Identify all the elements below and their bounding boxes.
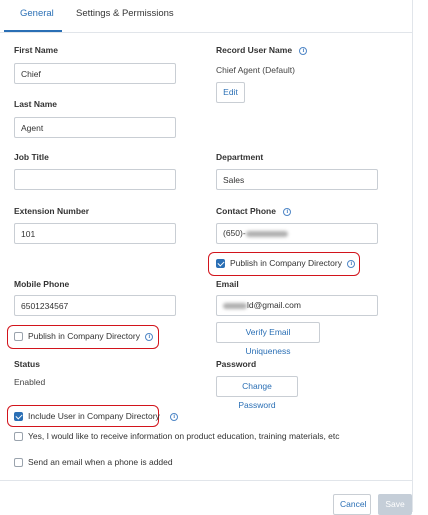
last-name-input[interactable] — [14, 117, 176, 138]
verify-email-button[interactable]: Verify Email Uniqueness — [216, 322, 320, 356]
publish-contact-checkbox[interactable] — [216, 259, 225, 268]
tab-settings-permissions[interactable]: Settings & Permissions — [76, 8, 174, 19]
footer-divider — [0, 480, 412, 481]
email-input[interactable]: ld@gmail.com — [216, 295, 378, 316]
include-user-label: Include User in Company Directory i — [28, 411, 179, 421]
mobile-phone-input[interactable] — [14, 295, 176, 316]
tabs-divider — [0, 32, 412, 33]
redacted-text — [223, 302, 247, 309]
receive-info-label: Yes, I would like to receive information… — [28, 431, 340, 441]
extension-number-input[interactable] — [14, 223, 176, 244]
department-input[interactable] — [216, 169, 378, 190]
first-name-label: First Name — [14, 45, 58, 55]
info-icon[interactable]: i — [145, 332, 154, 341]
department-label: Department — [216, 152, 264, 162]
send-email-label: Send an email when a phone is added — [28, 457, 173, 467]
record-user-name-value: Chief Agent (Default) — [216, 65, 295, 75]
redacted-text — [245, 230, 288, 237]
include-user-checkbox[interactable] — [14, 412, 23, 421]
panel-edge — [412, 0, 413, 512]
info-icon[interactable]: i — [283, 207, 292, 216]
status-label: Status — [14, 359, 40, 369]
send-email-checkbox[interactable] — [14, 458, 23, 467]
info-icon[interactable]: i — [299, 46, 308, 55]
status-value: Enabled — [14, 377, 46, 387]
job-title-input[interactable] — [14, 169, 176, 190]
last-name-label: Last Name — [14, 99, 57, 109]
job-title-label: Job Title — [14, 152, 49, 162]
publish-contact-label: Publish in Company Directory i — [230, 258, 356, 268]
email-label: Email — [216, 279, 239, 289]
publish-mobile-label: Publish in Company Directory i — [28, 331, 154, 341]
tab-general[interactable]: General — [20, 8, 54, 19]
contact-phone-label: Contact Phone i — [216, 206, 292, 216]
contact-phone-input[interactable]: (650)- — [216, 223, 378, 244]
password-label: Password — [216, 359, 257, 369]
first-name-input[interactable] — [14, 63, 176, 84]
extension-number-label: Extension Number — [14, 206, 90, 216]
receive-info-checkbox[interactable] — [14, 432, 23, 441]
mobile-phone-label: Mobile Phone — [14, 279, 70, 289]
change-password-button[interactable]: Change Password — [216, 376, 298, 410]
info-icon[interactable]: i — [347, 259, 356, 268]
edit-record-name-button[interactable]: Edit — [216, 82, 245, 103]
info-icon[interactable]: i — [170, 412, 179, 421]
record-user-name-label: Record User Name i — [216, 45, 308, 55]
publish-mobile-checkbox[interactable] — [14, 332, 23, 341]
